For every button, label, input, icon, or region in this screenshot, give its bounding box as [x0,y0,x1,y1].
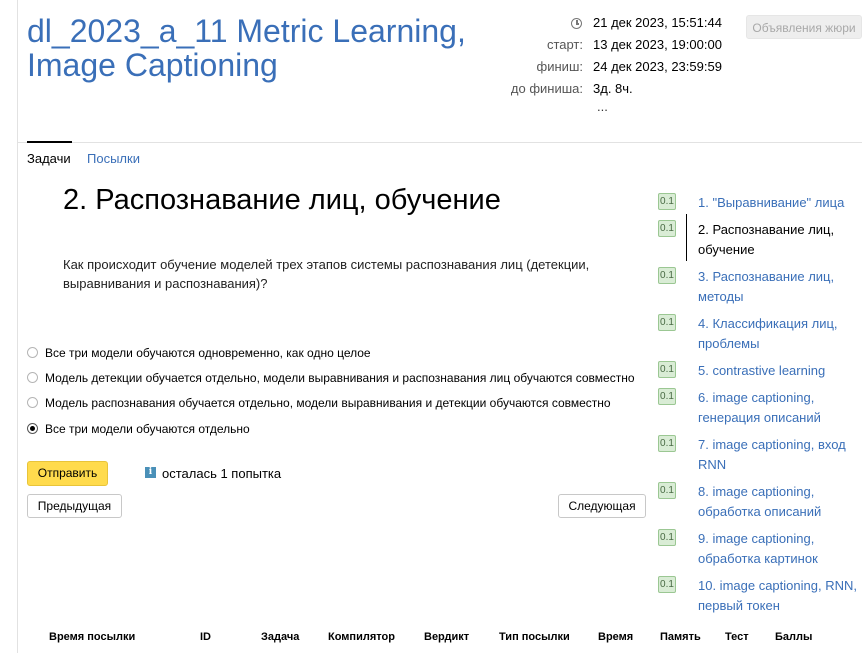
score-badge: 0.1 [658,576,676,593]
column-header: Тип посылки [499,631,570,643]
score-badge: 0.1 [658,388,676,405]
answer-option-label[interactable]: Все три модели обучаются отдельно [45,422,250,436]
previous-button[interactable]: Предыдущая [27,494,122,518]
column-header: Тест [725,631,749,643]
score-badge: 0.1 [658,435,676,452]
score-badge: 0.1 [658,220,676,237]
column-header: Задача [261,631,300,643]
column-header: ID [200,631,211,643]
submissions-table-header: Время посылки ID Задача Компилятор Верди… [17,631,862,651]
next-button[interactable]: Следующая [558,494,646,518]
problem-link[interactable]: 1. "Выравнивание" лица [698,193,862,213]
problem-link[interactable]: 2. Распознавание лиц, обучение [698,220,862,260]
submit-button[interactable]: Отправить [27,461,108,486]
answer-option-label[interactable]: Все три модели обучаются одновременно, к… [45,346,371,360]
problem-link[interactable]: 7. image captioning, вход RNN [698,435,862,475]
score-badge: 0.1 [658,267,676,284]
score-badge: 0.1 [658,529,676,546]
problem-link[interactable]: 10. image captioning, RNN, первый токен [698,576,862,616]
page: dl_2023_a_11 Metric Learning, Image Capt… [0,0,862,653]
column-header: Память [660,631,701,643]
score-badge: 0.1 [658,361,676,378]
finish-label: финиш: [536,59,583,74]
remaining-label: до финиша: [510,81,583,96]
score-badge: 0.1 [658,314,676,331]
active-tab-indicator [27,141,72,143]
radio-button-checked[interactable] [27,423,38,434]
problem-link[interactable]: 4. Классификация лиц, проблемы [698,314,862,354]
clock-icon [571,18,582,29]
tab-tasks[interactable]: Задачи [27,151,71,166]
answer-option-label[interactable]: Модель детекции обучается отдельно, моде… [45,371,635,385]
finish-value: 24 дек 2023, 23:59:59 [593,59,722,74]
column-header: Время [598,631,634,643]
column-header: Компилятор [328,631,395,643]
problem-link[interactable]: 8. image captioning, обработка описаний [698,482,862,522]
active-problem-indicator [686,214,687,261]
problem-link[interactable]: 3. Распознавание лиц, методы [698,267,862,307]
answer-option-label[interactable]: Модель распознавания обучается отдельно,… [45,396,611,410]
problem-title: 2. Распознавание лиц, обучение [63,184,501,216]
column-header: Время посылки [49,631,136,643]
info-icon: i [145,467,156,478]
problem-link[interactable]: 6. image captioning, генерация описаний [698,388,862,428]
score-badge: 0.1 [658,482,676,499]
current-time: 21 дек 2023, 15:51:44 [593,15,722,30]
radio-button[interactable] [27,347,38,358]
tab-submissions[interactable]: Посылки [87,151,140,166]
question-text: Как происходит обучение моделей трех эта… [63,257,590,291]
start-value: 13 дек 2023, 19:00:00 [593,37,722,52]
remaining-value: 3д. 8ч. [593,81,633,96]
left-border [17,0,18,653]
more-link[interactable]: ... [597,99,608,114]
attempts-remaining: осталась 1 попытка [162,466,282,481]
score-badge: 0.1 [658,193,676,210]
start-label: старт: [546,37,583,52]
radio-button[interactable] [27,372,38,383]
problem-link[interactable]: 9. image captioning, обработка картинок [698,529,862,569]
header-divider [17,142,862,143]
problem-link[interactable]: 5. contrastive learning [698,361,862,381]
column-header: Баллы [775,631,813,643]
column-header: Вердикт [424,631,470,643]
contest-title[interactable]: dl_2023_a_11 Metric Learning, Image Capt… [27,14,497,82]
jury-announcements-button[interactable]: Объявления жюри [746,15,862,39]
radio-button[interactable] [27,397,38,408]
